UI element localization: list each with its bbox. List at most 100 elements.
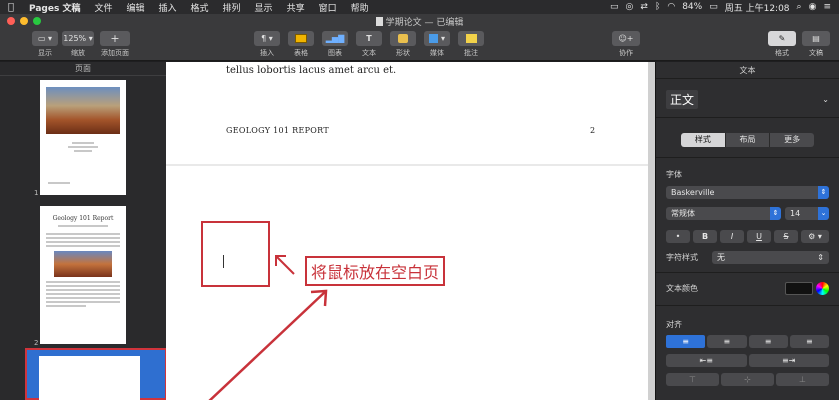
format-label: 格式 bbox=[775, 49, 789, 57]
media-label: 媒体 bbox=[430, 49, 444, 57]
decrease-indent-icon[interactable]: ⇤≡ bbox=[666, 354, 747, 367]
text-box-icon[interactable]: T bbox=[356, 31, 382, 46]
zoom-value: 125% bbox=[63, 34, 87, 43]
plus-icon[interactable]: + bbox=[100, 31, 130, 46]
align-right-icon[interactable]: ≡ bbox=[748, 335, 788, 348]
font-emphasis-row: • B I U S ⚙ ▾ bbox=[666, 230, 829, 243]
search-icon[interactable]: ⌕ bbox=[797, 2, 802, 12]
menu-file[interactable]: 文件 bbox=[87, 1, 119, 14]
clock[interactable]: 周五 上午12:08 bbox=[725, 1, 790, 14]
font-face-chevron-icon[interactable]: ⇕ bbox=[770, 207, 781, 220]
align-justify-icon[interactable]: ≡ bbox=[789, 335, 829, 348]
long-arrow-shaft bbox=[208, 290, 327, 400]
table-tool[interactable]: 表格 bbox=[288, 31, 314, 58]
table-label: 表格 bbox=[294, 49, 308, 57]
increase-indent-icon[interactable]: ≡⇥ bbox=[748, 354, 829, 367]
view-tool[interactable]: ▭ ▾ 显示 bbox=[32, 31, 58, 58]
add-page-tool[interactable]: + 添加页面 bbox=[100, 31, 130, 58]
document-canvas[interactable]: tellus lobortis lacus amet arcu et. GEOL… bbox=[166, 62, 655, 400]
align-center-icon[interactable]: ≡ bbox=[707, 335, 747, 348]
paragraph-style-row[interactable]: 正文 ⌄ bbox=[666, 90, 829, 109]
canvas-scrollbar[interactable] bbox=[648, 62, 655, 400]
chevron-down-icon[interactable]: ⌄ bbox=[822, 95, 829, 104]
menu-arrange[interactable]: 排列 bbox=[216, 1, 248, 14]
format-tool[interactable]: ✎ 格式 bbox=[768, 31, 796, 58]
battery-icon[interactable]: ▭ bbox=[709, 2, 718, 12]
user-icon[interactable]: ◉ bbox=[809, 2, 817, 12]
bluetooth-icon[interactable]: ᛒ bbox=[655, 2, 660, 12]
shape-tool[interactable]: 形状 bbox=[390, 31, 416, 58]
page-2-text-line bbox=[46, 281, 120, 283]
font-size-control[interactable]: 14 ⌄ bbox=[785, 207, 829, 220]
short-arrow-shaft bbox=[275, 255, 295, 275]
character-style-select[interactable]: 无 ⇕ bbox=[712, 251, 829, 264]
page-thumbnail-3-selected[interactable] bbox=[25, 348, 167, 400]
zoom-select[interactable]: 125% ▾ bbox=[62, 31, 94, 46]
zoom-tool[interactable]: 125% ▾ 缩放 bbox=[62, 31, 94, 58]
menu-edit[interactable]: 编辑 bbox=[119, 1, 151, 14]
chart-icon[interactable]: ▂▅▇ bbox=[322, 31, 348, 46]
font-size-input[interactable]: 14 bbox=[785, 207, 818, 220]
screen-icon[interactable]: ▭ bbox=[610, 2, 619, 12]
menu-view[interactable]: 显示 bbox=[248, 1, 280, 14]
comment-icon[interactable] bbox=[458, 31, 484, 46]
align-middle-icon[interactable]: ⊹ bbox=[721, 373, 774, 386]
menu-list-icon[interactable]: ≡ bbox=[823, 2, 831, 12]
tab-layout[interactable]: 布局 bbox=[724, 133, 770, 147]
page-thumbnail-1[interactable] bbox=[40, 80, 126, 195]
paragraph-style-name[interactable]: 正文 bbox=[666, 90, 699, 109]
font-family-row[interactable]: Baskerville ⇕ bbox=[666, 186, 829, 199]
more-options-button[interactable]: • bbox=[666, 230, 690, 243]
comment-tool[interactable]: 批注 bbox=[458, 31, 484, 58]
document-title: 学期论文 — 已编辑 bbox=[0, 15, 839, 28]
font-face-control[interactable]: 常规体 ⇕ bbox=[666, 207, 781, 220]
strikethrough-button[interactable]: S bbox=[774, 230, 798, 243]
gear-icon[interactable]: ⚙ ▾ bbox=[801, 230, 829, 243]
align-bottom-icon[interactable]: ⊥ bbox=[776, 373, 829, 386]
collaborate-icon[interactable]: ☺+ bbox=[612, 31, 640, 46]
macos-menubar:  Pages 文稿 文件 编辑 插入 格式 排列 显示 共享 窗口 帮助 ▭ … bbox=[0, 0, 839, 14]
creative-cloud-icon[interactable]: ◎ bbox=[626, 2, 634, 12]
paragraph-icon[interactable]: ¶ ▾ bbox=[254, 31, 280, 46]
align-left-icon[interactable]: ≡ bbox=[666, 335, 706, 348]
media-tool[interactable]: ▾ 媒体 bbox=[424, 31, 450, 58]
insert-tool[interactable]: ¶ ▾ 插入 bbox=[254, 31, 280, 58]
sync-icon[interactable]: ⇄ bbox=[640, 2, 648, 12]
table-icon[interactable] bbox=[288, 31, 314, 46]
color-wheel-icon[interactable] bbox=[816, 282, 829, 295]
document-setup-icon[interactable]: ▤ bbox=[802, 31, 830, 46]
font-face-select[interactable]: 常规体 bbox=[666, 207, 770, 220]
align-top-icon[interactable]: ⊤ bbox=[666, 373, 719, 386]
page-1-cover-image bbox=[46, 87, 120, 134]
battery-percent[interactable]: 84% bbox=[682, 2, 702, 12]
media-icon[interactable]: ▾ bbox=[424, 31, 450, 46]
tab-more[interactable]: 更多 bbox=[769, 133, 814, 147]
page-thumbnail-2[interactable]: Geology 101 Report bbox=[40, 206, 126, 344]
apple-icon[interactable]:  bbox=[0, 2, 22, 13]
paintbrush-icon[interactable]: ✎ bbox=[768, 31, 796, 46]
shape-icon[interactable] bbox=[390, 31, 416, 46]
bold-button[interactable]: B bbox=[693, 230, 717, 243]
chart-tool[interactable]: ▂▅▇ 图表 bbox=[322, 31, 348, 58]
text-color-swatch[interactable] bbox=[785, 282, 813, 295]
collaborate-tool[interactable]: ☺+ 协作 bbox=[612, 31, 640, 58]
underline-button[interactable]: U bbox=[747, 230, 771, 243]
font-size-stepper-icon[interactable]: ⌄ bbox=[818, 207, 829, 220]
menu-share[interactable]: 共享 bbox=[280, 1, 312, 14]
font-family-select[interactable]: Baskerville bbox=[666, 186, 818, 199]
wifi-icon[interactable]: ◠ bbox=[667, 2, 675, 12]
document-tool[interactable]: ▤ 文稿 bbox=[802, 31, 830, 58]
menu-help[interactable]: 帮助 bbox=[344, 1, 376, 14]
font-family-chevron-icon[interactable]: ⇕ bbox=[818, 186, 829, 199]
menu-app[interactable]: Pages 文稿 bbox=[22, 1, 87, 14]
menu-window[interactable]: 窗口 bbox=[312, 1, 344, 14]
tab-style[interactable]: 样式 bbox=[681, 133, 725, 147]
menu-insert[interactable]: 插入 bbox=[152, 1, 184, 14]
sidebar-toggle-icon[interactable]: ▭ ▾ bbox=[32, 31, 58, 46]
menu-format[interactable]: 格式 bbox=[184, 1, 216, 14]
italic-button[interactable]: I bbox=[720, 230, 744, 243]
text-tool[interactable]: T 文本 bbox=[356, 31, 382, 58]
inspector-divider bbox=[656, 78, 839, 79]
page-2-text-line bbox=[46, 241, 120, 243]
page-3-blank-page[interactable]: 将鼠标放在空白页 bbox=[166, 166, 655, 400]
